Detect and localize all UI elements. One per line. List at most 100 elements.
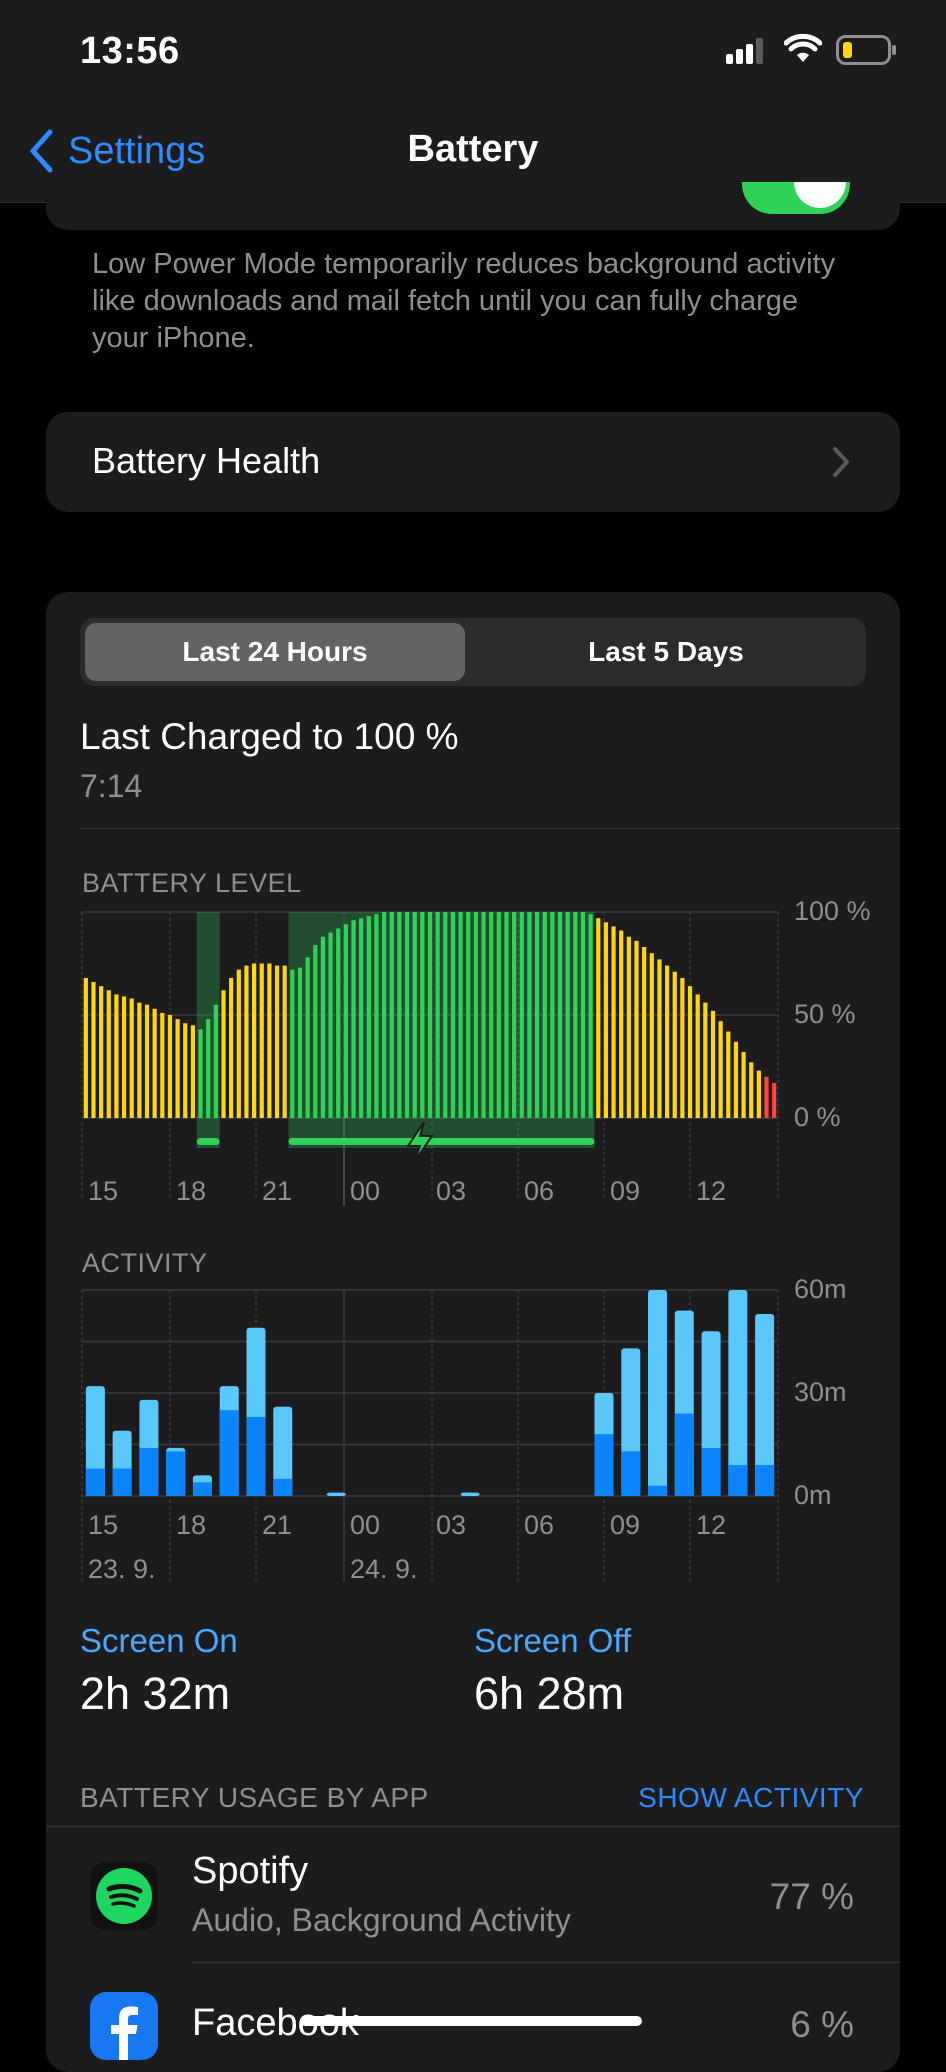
battery-usage-label: BATTERY USAGE BY APP	[80, 1782, 429, 1813]
battery-bar	[313, 944, 318, 1118]
screen-on-label: Screen On	[80, 1622, 238, 1659]
battery-bar	[305, 957, 310, 1118]
battery-bar	[756, 1070, 761, 1118]
screen-off-value: 6h 28m	[474, 1668, 625, 1719]
battery-bar	[481, 912, 486, 1118]
activity-bar-screen-on	[621, 1451, 641, 1496]
show-activity-button[interactable]: SHOW ACTIVITY	[638, 1782, 864, 1814]
home-indicator	[300, 2016, 642, 2026]
battery-bar	[435, 912, 440, 1118]
activity-bar-screen-on	[674, 1413, 694, 1496]
date-label: 24. 9.	[350, 1554, 418, 1584]
battery-bar	[473, 912, 478, 1118]
battery-bar	[351, 920, 356, 1118]
x-tick-label: 18	[176, 1510, 206, 1540]
battery-bar	[764, 1076, 769, 1118]
battery-bar	[121, 996, 127, 1118]
battery-bar	[550, 912, 555, 1118]
divider	[46, 1826, 900, 1827]
activity-bar-screen-on	[219, 1410, 239, 1496]
battery-bar	[144, 1004, 150, 1118]
battery-bar	[542, 912, 547, 1118]
activity-bar-screen-on	[166, 1451, 186, 1496]
battery-bar	[389, 912, 394, 1118]
battery-bar	[710, 1010, 716, 1118]
activity-bar-screen-on	[701, 1447, 721, 1496]
battery-bar	[565, 912, 570, 1118]
battery-bar	[619, 930, 624, 1118]
battery-bar	[695, 994, 700, 1118]
activity-bar-screen-on	[192, 1482, 212, 1496]
battery-bar	[664, 965, 670, 1118]
x-tick-label: 06	[524, 1176, 554, 1206]
y-tick-label: 60m	[794, 1274, 847, 1304]
activity-bar-screen-on	[648, 1485, 668, 1496]
app-percent: 77 %	[769, 1876, 854, 1917]
battery-bar	[129, 998, 134, 1118]
battery-bar	[213, 1004, 218, 1118]
x-tick-label: 03	[436, 1176, 466, 1206]
battery-bar	[657, 959, 662, 1118]
activity-chart: 60m 30m 0m 15 18 21 00 03 06 09 12 23. 9. 24. 9.	[81, 1274, 847, 1584]
activity-bar-screen-on	[246, 1417, 266, 1496]
battery-bar	[83, 977, 88, 1118]
battery-bar	[420, 912, 425, 1118]
battery-bar	[290, 969, 295, 1118]
activity-bar-screen-on	[755, 1465, 775, 1496]
battery-bar	[634, 940, 639, 1118]
battery-bar	[412, 912, 417, 1118]
battery-bar	[382, 912, 387, 1118]
battery-bar	[603, 922, 609, 1118]
battery-bar	[733, 1041, 739, 1118]
charging-indicator	[196, 1138, 220, 1145]
battery-bar	[573, 912, 578, 1118]
battery-bar	[512, 912, 517, 1118]
battery-bar	[427, 912, 433, 1118]
battery-bar	[450, 912, 456, 1118]
battery-bar	[672, 971, 677, 1118]
battery-bar	[626, 936, 631, 1118]
y-tick-label: 50 %	[794, 999, 856, 1029]
battery-bar	[443, 912, 448, 1118]
facebook-icon	[90, 1992, 158, 2060]
battery-bar	[274, 965, 280, 1118]
spotify-icon	[90, 1862, 158, 1930]
battery-bar	[259, 963, 264, 1118]
battery-bar	[772, 1082, 777, 1118]
activity-bar-screen-on	[85, 1468, 105, 1496]
y-tick-label: 0m	[794, 1480, 832, 1510]
activity-bar-screen-off	[460, 1492, 480, 1496]
battery-bar	[397, 912, 402, 1118]
charts-canvas: 100 %50 %0 %15 18 21 00 03 06 09 12 60m30m0m15 1…	[81, 896, 871, 1584]
x-tick-label: 00	[350, 1510, 380, 1540]
x-tick-label: 03	[436, 1510, 466, 1540]
battery-bar	[359, 918, 364, 1118]
battery-bar	[114, 994, 119, 1118]
battery-bar	[741, 1052, 746, 1118]
battery-bar	[91, 982, 96, 1118]
charging-indicator	[288, 1138, 595, 1145]
battery-bar	[236, 969, 241, 1118]
x-tick-label: 15	[88, 1176, 118, 1206]
activity-bar-screen-on	[139, 1447, 159, 1496]
battery-bar	[458, 912, 463, 1118]
battery-level-chart: 100 % 50 % 0 % 15 18 21 00 03 06 09 12	[81, 896, 871, 1206]
battery-bar	[251, 963, 257, 1118]
app-detail: Audio, Background Activity	[192, 1902, 571, 1938]
y-tick-label: 100 %	[794, 896, 871, 926]
battery-bar	[137, 1002, 142, 1118]
battery-bar	[221, 990, 226, 1118]
battery-bar	[611, 926, 616, 1118]
battery-bar	[320, 936, 326, 1118]
activity-bar-screen-on	[273, 1478, 293, 1496]
battery-bar	[106, 990, 111, 1118]
battery-bar	[726, 1031, 731, 1118]
battery-bar	[718, 1021, 723, 1118]
battery-bar	[152, 1008, 157, 1118]
battery-bar	[588, 914, 593, 1118]
x-tick-label: 15	[88, 1510, 118, 1540]
battery-bar	[366, 916, 371, 1118]
battery-bar	[267, 963, 272, 1118]
battery-bar	[167, 1015, 173, 1118]
x-tick-label: 18	[176, 1176, 206, 1206]
